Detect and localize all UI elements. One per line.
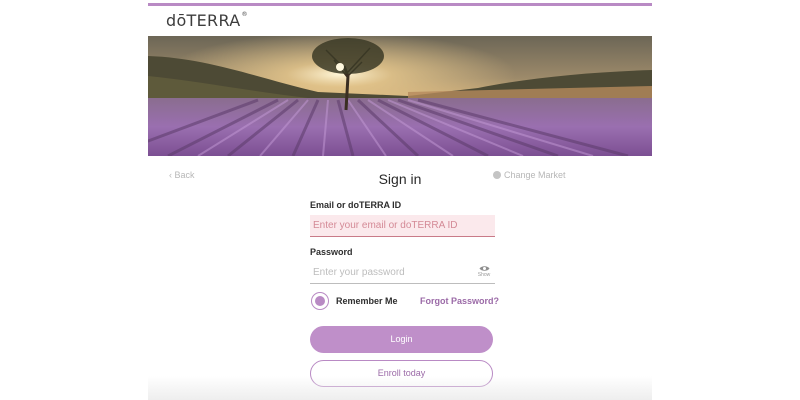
remember-me-toggle[interactable]	[311, 292, 329, 310]
eye-icon	[479, 266, 489, 271]
doterra-logo[interactable]: dōTERRA®	[166, 11, 248, 30]
back-link[interactable]: ‹ Back	[169, 170, 195, 180]
hero-banner	[148, 36, 652, 156]
brand-accent-bar	[148, 3, 652, 6]
show-password-toggle[interactable]: Show	[476, 265, 492, 278]
enroll-today-button[interactable]: Enroll today	[310, 360, 493, 387]
change-market-link[interactable]: Change Market	[493, 170, 566, 180]
change-market-label: Change Market	[504, 170, 566, 180]
back-label: Back	[174, 170, 195, 180]
globe-icon	[493, 171, 501, 179]
email-label: Email or doTERRA ID	[310, 200, 402, 210]
password-input[interactable]	[310, 262, 495, 284]
logo-text: dōTERRA	[166, 11, 241, 30]
email-input[interactable]	[310, 215, 495, 237]
signin-page: dōTERRA® ‹ Back Sign in Change Market Em…	[0, 0, 800, 400]
forgot-password-link[interactable]: Forgot Password?	[420, 296, 499, 306]
registered-mark-icon: ®	[241, 11, 248, 18]
lavender-field-sunset-image	[148, 36, 652, 156]
page-title: Sign in	[378, 171, 422, 187]
password-label: Password	[310, 247, 353, 257]
login-button[interactable]: Login	[310, 326, 493, 353]
toggle-dot-icon	[314, 295, 325, 306]
show-label: Show	[477, 272, 491, 278]
remember-me-label[interactable]: Remember Me	[336, 296, 398, 306]
